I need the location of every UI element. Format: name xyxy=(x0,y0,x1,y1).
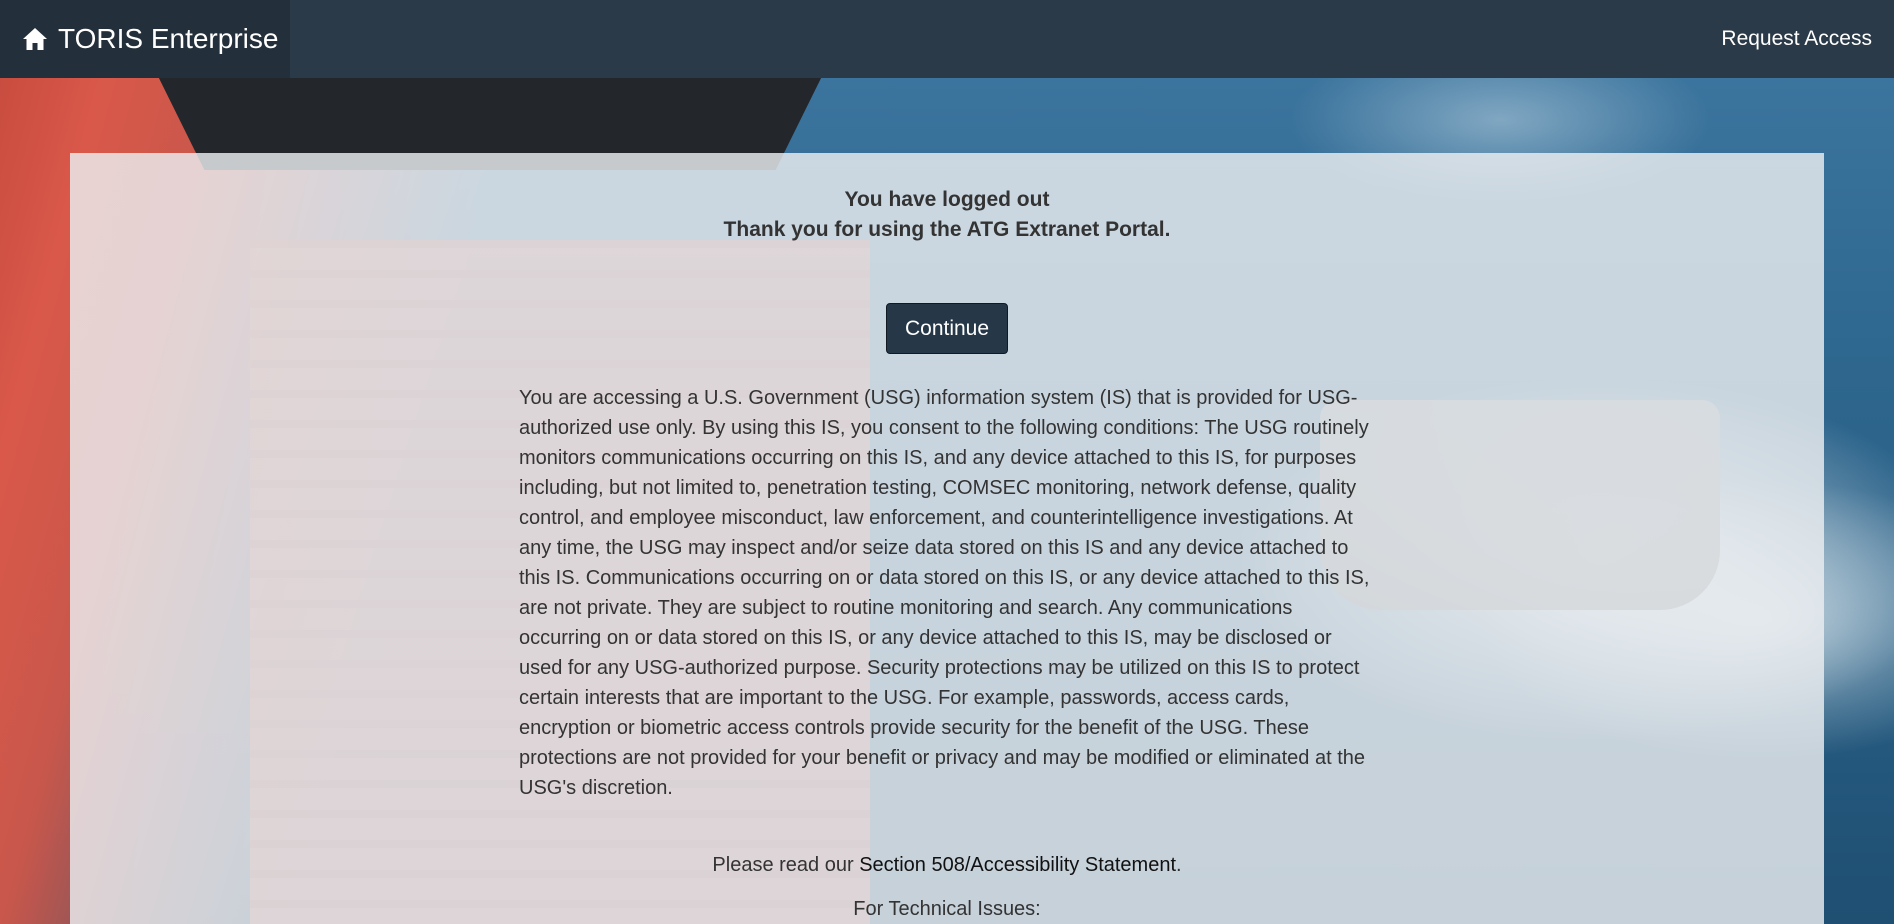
accessibility-notice: Please read our Section 508/Accessibilit… xyxy=(70,850,1824,880)
accessibility-prefix: Please read our xyxy=(712,854,860,876)
logout-panel: You have logged out Thank you for using … xyxy=(70,153,1824,924)
brand-home-link[interactable]: TORIS Enterprise xyxy=(0,0,290,78)
home-icon xyxy=(23,28,47,50)
accessibility-suffix: . xyxy=(1176,854,1182,876)
technical-issues-label: For Technical Issues: xyxy=(853,898,1041,920)
accessibility-statement-link[interactable]: Section 508/Accessibility Statement xyxy=(859,854,1176,876)
logout-thank-you: Thank you for using the ATG Extranet Por… xyxy=(723,218,1171,241)
logout-title: You have logged out xyxy=(844,188,1050,211)
continue-button[interactable]: Continue xyxy=(886,303,1008,354)
request-access-link[interactable]: Request Access xyxy=(1721,0,1872,78)
top-navbar: TORIS Enterprise Request Access xyxy=(0,0,1894,78)
usg-consent-notice: You are accessing a U.S. Government (USG… xyxy=(519,387,1370,799)
logout-heading: You have logged out Thank you for using … xyxy=(70,185,1824,245)
brand-label: TORIS Enterprise xyxy=(58,23,279,54)
